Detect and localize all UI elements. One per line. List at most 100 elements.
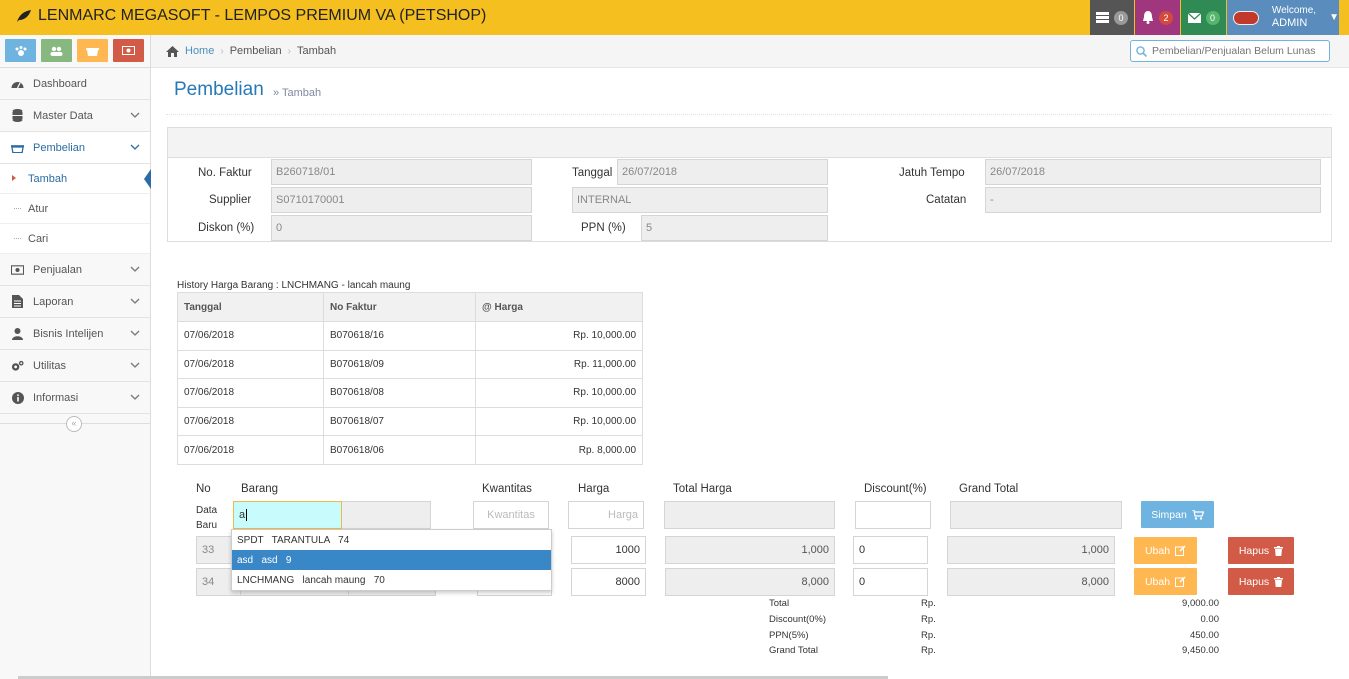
cart-icon xyxy=(1191,509,1204,520)
sidebar-item-utilitas[interactable]: Utilitas xyxy=(0,350,150,382)
currency-label: Rp. xyxy=(921,630,936,641)
cell-harga: Rp. 10,000.00 xyxy=(475,406,643,437)
basket-icon xyxy=(11,141,24,154)
messages-button[interactable]: 0 xyxy=(1181,0,1226,35)
supplier-code-field[interactable]: S0710170001 xyxy=(271,187,532,213)
row-discount-input[interactable]: 0 xyxy=(853,536,928,564)
barang-name-field xyxy=(340,501,431,529)
cell-tanggal: 07/06/2018 xyxy=(177,349,324,380)
cell-tanggal: 07/06/2018 xyxy=(177,406,324,437)
history-col-tanggal[interactable]: Tanggal xyxy=(177,292,324,322)
sidebar-item-penjualan[interactable]: Penjualan xyxy=(0,254,150,286)
supplier-name-field[interactable]: INTERNAL xyxy=(572,187,828,213)
edit-button[interactable]: Ubah xyxy=(1134,537,1197,564)
history-col-harga[interactable]: @ Harga xyxy=(475,292,643,322)
tree-line xyxy=(14,238,21,239)
sidebar-subitem-cari[interactable]: Cari xyxy=(0,224,150,254)
tanggal-field[interactable]: 26/07/2018 xyxy=(617,159,828,185)
shortcut-button-money[interactable] xyxy=(113,39,144,62)
messages-badge: 0 xyxy=(1205,10,1220,25)
cell-no-faktur: B070618/09 xyxy=(323,349,476,380)
shortcut-bar xyxy=(0,35,150,68)
breadcrumb-separator: › xyxy=(287,45,292,57)
sidebar-subitem-label: Tambah xyxy=(28,172,68,185)
harga-input[interactable]: Harga xyxy=(568,501,644,529)
tasks-button[interactable]: 0 xyxy=(1090,0,1134,35)
history-table: Tanggal No Faktur @ Harga 07/06/2018 B070… xyxy=(177,292,643,465)
cell-tanggal: 07/06/2018 xyxy=(177,378,324,408)
ppn-field[interactable]: 5 xyxy=(641,215,828,241)
sidebar-item-pembelian[interactable]: Pembelian xyxy=(0,132,150,164)
currency-label: Rp. xyxy=(921,614,936,625)
diskon-field[interactable]: 0 xyxy=(271,215,532,241)
discount-total-value: 0.00 xyxy=(1200,614,1220,625)
leaf-icon xyxy=(17,10,31,22)
user-menu[interactable]: Welcome, ADMIN ▼ xyxy=(1227,0,1339,35)
sidebar-item-bisnis-intelijen[interactable]: Bisnis Intelijen xyxy=(0,318,150,350)
cogs-icon xyxy=(11,359,24,372)
cell-no-faktur: B070618/06 xyxy=(323,435,476,465)
breadcrumb-current: Tambah xyxy=(297,45,337,57)
jatuh-tempo-field[interactable]: 26/07/2018 xyxy=(985,159,1321,185)
notifications-button[interactable]: 2 xyxy=(1135,0,1180,35)
row-discount-input[interactable]: 0 xyxy=(853,568,928,596)
col-header-kwantitas: Kwantitas xyxy=(482,483,532,495)
shortcut-button-cart[interactable] xyxy=(77,39,108,62)
row-grand-total-field: 8,000 xyxy=(947,568,1115,596)
app-brand[interactable]: LENMARC MEGASOFT - LEMPOS PREMIUM VA (PE… xyxy=(16,7,486,25)
autocomplete-option-selected[interactable]: asd asd 9 xyxy=(232,550,551,570)
cell-tanggal: 07/06/2018 xyxy=(177,435,324,465)
currency-label: Rp. xyxy=(921,598,936,609)
barang-input[interactable]: a xyxy=(233,501,342,529)
cell-no-faktur: B070618/16 xyxy=(323,321,476,351)
sidebar-subitem-atur[interactable]: Atur xyxy=(0,194,150,224)
sidebar-item-dashboard[interactable]: Dashboard xyxy=(0,68,150,100)
edit-button[interactable]: Ubah xyxy=(1134,568,1197,595)
save-button[interactable]: Simpan xyxy=(1141,501,1214,528)
total-value: 9,000.00 xyxy=(1182,598,1219,609)
chevron-down-icon xyxy=(130,298,140,304)
search-input[interactable] xyxy=(1152,45,1322,57)
discount-input[interactable] xyxy=(855,501,931,529)
delete-button[interactable]: Hapus xyxy=(1228,568,1294,595)
app-title: LENMARC MEGASOFT - LEMPOS PREMIUM VA (PE… xyxy=(38,7,487,24)
col-header-barang: Barang xyxy=(241,483,279,495)
sidebar-item-label: Utilitas xyxy=(33,359,67,372)
breadcrumb-section-link[interactable]: Pembelian xyxy=(230,45,282,57)
search-box[interactable] xyxy=(1130,40,1330,62)
cell-no-faktur: B070618/07 xyxy=(323,406,476,437)
chevron-down-icon xyxy=(130,266,140,272)
history-col-no-faktur[interactable]: No Faktur xyxy=(323,292,476,322)
cell-harga: Rp. 8,000.00 xyxy=(475,435,643,465)
search-icon xyxy=(1136,45,1147,57)
catatan-field[interactable]: - xyxy=(985,187,1321,213)
ppn-total-label: PPN(5%) xyxy=(769,630,809,641)
autocomplete-option[interactable]: LNCHMANG lancah maung 70 xyxy=(232,570,551,590)
double-chevron-left-icon[interactable]: « xyxy=(66,416,82,432)
breadcrumb-home-link[interactable]: Home xyxy=(185,45,214,57)
no-faktur-field[interactable]: B260718/01 xyxy=(271,159,532,185)
row-harga-input[interactable]: 1000 xyxy=(571,536,646,564)
money-icon xyxy=(122,46,135,55)
sidebar-item-laporan[interactable]: Laporan xyxy=(0,286,150,318)
kwantitas-input[interactable]: Kwantitas xyxy=(473,501,549,529)
shortcut-button-users[interactable] xyxy=(41,39,72,62)
total-harga-field xyxy=(664,501,835,529)
col-header-discount: Discount(%) xyxy=(864,483,927,495)
sidebar-subitem-tambah[interactable]: Tambah xyxy=(0,164,151,194)
chevron-down-icon xyxy=(130,362,140,368)
delete-button[interactable]: Hapus xyxy=(1228,537,1294,564)
users-icon xyxy=(50,46,63,56)
autocomplete-option[interactable]: SPDT TARANTULA 74 xyxy=(232,530,551,550)
barang-input-value: a xyxy=(239,509,246,521)
tanggal-label: Tanggal xyxy=(572,167,613,179)
sidebar-item-master-data[interactable]: Master Data xyxy=(0,100,150,132)
trash-icon xyxy=(1274,545,1284,556)
form-header-bar xyxy=(168,128,1331,158)
user-name: ADMIN xyxy=(1271,17,1308,29)
welcome-label: Welcome, xyxy=(1271,5,1317,16)
basket-icon xyxy=(86,47,99,56)
row-harga-input[interactable]: 8000 xyxy=(571,568,646,596)
shortcut-button-pets[interactable] xyxy=(5,39,36,62)
sidebar-item-informasi[interactable]: Informasi xyxy=(0,382,150,414)
